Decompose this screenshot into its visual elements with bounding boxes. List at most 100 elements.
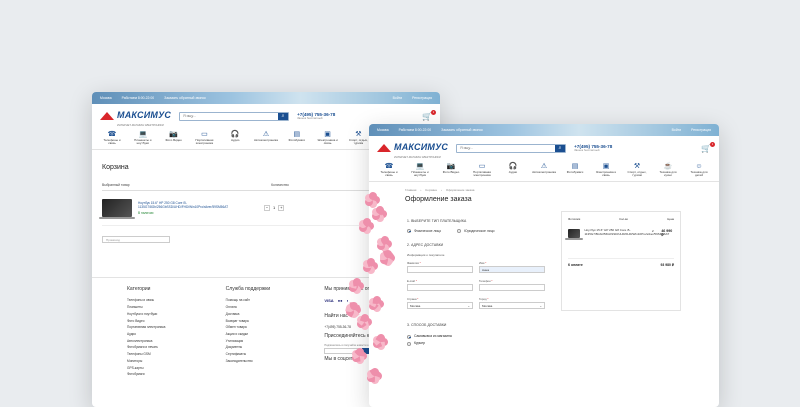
category-label: Аудио	[508, 170, 518, 174]
payer-individual-radio[interactable]: Физическое лицо	[407, 228, 441, 233]
logo-tagline: ИНТЕРНЕТ-МАГАЗИН ЭЛЕКТРОНИКИ	[117, 124, 164, 127]
category-camera[interactable]: 📷 Фото Видео	[439, 162, 463, 178]
category-camera[interactable]: 📷 Фото Видео	[162, 130, 186, 146]
footer-link[interactable]: Законодательство	[226, 358, 307, 365]
category-headphones[interactable]: 🎧 Аудио	[501, 162, 525, 178]
footer-link[interactable]: Фотобумаги	[127, 371, 208, 378]
footer-link[interactable]: Сертификаты	[226, 351, 307, 358]
footer-link[interactable]: Ноутбуки и ноутбуки	[127, 311, 208, 318]
phone-block: +7(495) 755-36-78 Звонок бесплатный	[297, 112, 335, 121]
category-sport[interactable]: ⚒ Спорт, отдых, туризм	[625, 162, 649, 178]
summary-product-name[interactable]: Ноутбук 15.6" HP 250 G8 Core i5-1135G7/8…	[584, 228, 669, 238]
category-label: Фотобумаги	[288, 138, 306, 142]
city-select[interactable]: Москва ⌄	[479, 301, 545, 309]
quantity-stepper: − 1 +	[264, 204, 285, 211]
category-car[interactable]: ⚠ Автоэлектроника	[532, 162, 556, 178]
footer-link[interactable]: Акции и скидки	[226, 331, 307, 338]
product-image[interactable]	[99, 198, 135, 219]
category-headphones[interactable]: 🎧 Аудио	[223, 130, 247, 146]
callback-link[interactable]: Заказать обратный звонок	[164, 96, 206, 100]
country-label: Страна *	[407, 296, 419, 301]
summary-col-price: Цена	[667, 216, 674, 221]
crumb-home[interactable]: Главная	[405, 188, 416, 192]
category-tablet[interactable]: ▭ Портативная электроника	[192, 130, 216, 146]
category-label: Техника для кухни	[659, 170, 677, 178]
register-link[interactable]: Регистрация	[412, 96, 432, 100]
footer-link[interactable]: Аудио	[127, 331, 208, 338]
category-sport[interactable]: ⚒ Спорт, отдых, туризм	[346, 130, 370, 146]
email-field[interactable]	[407, 283, 473, 291]
footer-link[interactable]: Фото Видео	[127, 318, 208, 325]
category-print[interactable]: ▤ Фотобумаги	[285, 130, 309, 146]
category-phone[interactable]: ☎ Телефоны и связь	[100, 130, 124, 146]
footer-link[interactable]: Оплата	[226, 304, 307, 311]
logo[interactable]: МАКСИМУС ИНТЕРНЕТ-МАГАЗИН ЭЛЕКТРОНИКИ	[377, 137, 448, 159]
chevron-down-icon: ⌄	[539, 303, 542, 308]
search-icon[interactable]: ⌕	[278, 112, 289, 120]
phone-field[interactable]	[479, 283, 545, 291]
footer-link[interactable]: Фотобумаги и печать	[127, 344, 208, 351]
payer-legal-radio[interactable]: Юридическое лицо	[457, 228, 495, 233]
qty-minus-button[interactable]: −	[264, 204, 270, 211]
radio-dot	[407, 334, 411, 339]
footer-link[interactable]: Обмен товара	[226, 324, 307, 331]
footer-link[interactable]: Телефоны GSM	[127, 351, 208, 358]
category-label: Техника для детей	[690, 170, 708, 178]
footer-link[interactable]: Документы	[226, 344, 307, 351]
email-label: E-mail *	[407, 278, 417, 283]
category-tablet[interactable]: ▭ Портативная электроника	[470, 162, 494, 178]
footer-link[interactable]: Автоэлектроника	[127, 338, 208, 345]
order-summary: Фото/имя Кол-во Цена Ноутбук 15.6" HP 25…	[561, 210, 681, 311]
logo-icon	[100, 112, 114, 120]
step-payer-title: 1. ВЫБЕРИТЕ ТИП ПЛАТЕЛЬЩИКА	[407, 218, 467, 223]
footer-link[interactable]: Телефоны и связь	[127, 297, 208, 304]
category-kids[interactable]: ☺Техника для детей	[687, 162, 711, 178]
checkout-form: 1. ВЫБЕРИТЕ ТИП ПЛАТЕЛЬЩИКА Физическое л…	[407, 209, 549, 348]
footer-link[interactable]: Доставка	[226, 311, 307, 318]
col-qty: Количество	[271, 182, 289, 187]
footer-link[interactable]: Мониторы	[127, 358, 208, 365]
footer-link[interactable]: Помощь на сайт	[226, 297, 307, 304]
category-tv[interactable]: ▣ Электроника и связь	[594, 162, 618, 178]
cart-badge: 1	[710, 141, 715, 147]
category-print[interactable]: ▤ Фотобумаги	[563, 162, 587, 178]
delivery-courier-radio[interactable]: Курьер	[407, 340, 549, 347]
lastname-field[interactable]	[407, 265, 473, 273]
login-link[interactable]: Войти	[672, 128, 682, 132]
category-laptop[interactable]: 💻 Планшеты и ноутбуки	[131, 130, 155, 146]
category-label: Портативная электроника	[195, 138, 214, 146]
login-link[interactable]: Войти	[393, 96, 403, 100]
search-input[interactable]	[180, 112, 279, 120]
site-header: МАКСИМУС ИНТЕРНЕТ-МАГАЗИН ЭЛЕКТРОНИКИ ⌕ …	[369, 136, 719, 160]
qty-value[interactable]: 1	[273, 205, 275, 210]
firstname-field[interactable]: Анна	[479, 265, 545, 273]
country-select[interactable]: Москва ⌄	[407, 301, 473, 309]
category-kitchen[interactable]: ☕Техника для кухни	[656, 162, 680, 178]
footer-link[interactable]: GPS-карты	[127, 365, 208, 372]
category-laptop[interactable]: 💻 Планшеты и ноутбуки	[408, 162, 432, 178]
delivery-pickup-radio[interactable]: Самовывоз из магазина	[407, 333, 549, 340]
qty-plus-button[interactable]: +	[278, 204, 285, 211]
callback-link[interactable]: Заказать обратный звонок	[441, 128, 483, 132]
footer-link[interactable]: Планшеты	[127, 304, 208, 311]
footer-link[interactable]: Возврат товара	[226, 318, 307, 325]
category-car[interactable]: ⚠ Автоэлектроника	[254, 130, 278, 146]
footer-link[interactable]: Утилизация	[226, 338, 307, 345]
footer-link[interactable]: Портативная электроника	[127, 324, 208, 331]
cart-icon[interactable]: 🛒 1	[422, 109, 436, 121]
search-icon[interactable]: ⌕	[555, 144, 566, 152]
promo-input[interactable]: Промокод	[102, 235, 170, 243]
logo[interactable]: МАКСИМУС ИНТЕРНЕТ-МАГАЗИН ЭЛЕКТРОНИКИ	[100, 105, 171, 127]
summary-row: Ноутбук 15.6" HP 250 G8 Core i5-1135G7/8…	[564, 228, 674, 240]
register-link[interactable]: Регистрация	[691, 128, 711, 132]
crumb-cart[interactable]: Корзина	[425, 188, 436, 192]
city-link[interactable]: Москва	[100, 96, 112, 100]
summary-price: 46 990 ₽	[661, 228, 673, 237]
category-label: Портативная электроника	[473, 170, 491, 178]
search-input[interactable]	[457, 144, 556, 152]
cart-icon[interactable]: 🛒 1	[701, 141, 715, 153]
category-tv[interactable]: ▣ Электроника и связь	[316, 130, 340, 146]
city-link[interactable]: Москва	[377, 128, 389, 132]
category-phone[interactable]: ☎ Телефоны и связь	[377, 162, 401, 178]
product-name[interactable]: Ноутбук 15.6" HP 250 G8 Core i5-1135G7/8…	[138, 201, 228, 215]
